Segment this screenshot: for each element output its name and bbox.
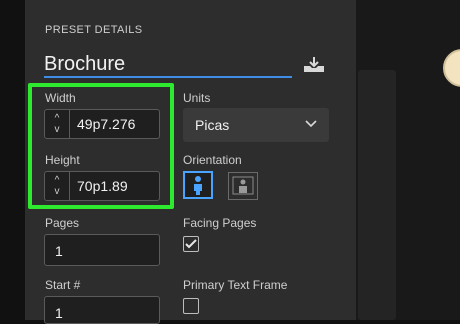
highlight-box xyxy=(28,83,174,209)
pages-field[interactable]: 1 xyxy=(44,234,160,266)
chevron-down-icon xyxy=(305,120,317,128)
preset-name-underline xyxy=(44,76,292,78)
landscape-icon xyxy=(232,176,254,195)
orientation-landscape-button[interactable] xyxy=(228,172,258,200)
primary-text-frame-label: Primary Text Frame xyxy=(183,278,288,292)
units-label: Units xyxy=(183,91,211,105)
units-select[interactable]: Picas xyxy=(183,108,329,142)
save-preset-icon[interactable] xyxy=(302,56,326,74)
orientation-label: Orientation xyxy=(183,153,242,167)
pages-value: 1 xyxy=(55,243,63,259)
preset-name-input[interactable]: Brochure xyxy=(44,51,292,77)
facing-pages-checkbox[interactable] xyxy=(183,236,199,252)
orientation-portrait-button[interactable] xyxy=(183,171,213,199)
checkmark-icon xyxy=(185,239,197,249)
portrait-icon xyxy=(194,176,202,195)
units-value: Picas xyxy=(195,117,230,133)
primary-text-frame-checkbox[interactable] xyxy=(183,298,199,314)
start-value: 1 xyxy=(55,305,63,321)
facing-pages-label: Facing Pages xyxy=(183,216,257,230)
section-title: PRESET DETAILS xyxy=(45,24,143,36)
background-card xyxy=(358,70,396,320)
pages-label: Pages xyxy=(45,216,80,230)
start-label: Start # xyxy=(45,278,81,292)
